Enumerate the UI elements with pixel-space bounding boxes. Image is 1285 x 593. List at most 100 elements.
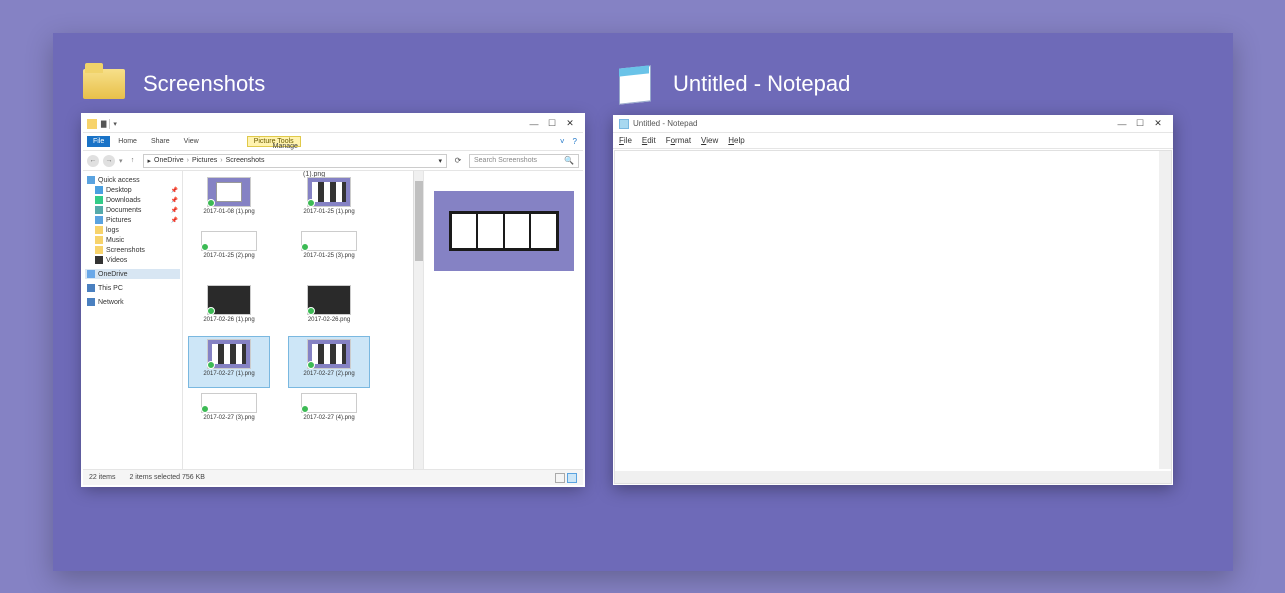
chevron-right-icon: › [220,157,222,164]
maximize-button[interactable]: ☐ [543,118,561,129]
file-thumbnail [307,339,351,369]
file-thumbnail [301,231,357,251]
notepad-text-area[interactable] [614,150,1172,484]
file-grid[interactable]: (1).png 2017-01-08 (1).png2017-01-25 (1)… [183,171,413,469]
file-thumbnail [207,339,251,369]
ribbon-tab-share[interactable]: Share [145,136,176,147]
task-card-title: Screenshots [143,71,265,97]
file-name-label: 2017-02-26.png [308,317,350,323]
sync-badge-icon [207,307,215,315]
content-pane: (1).png 2017-01-08 (1).png2017-01-25 (1)… [183,171,583,469]
minimize-button[interactable]: — [1113,119,1131,129]
file-item[interactable]: 2017-01-08 (1).png [189,175,269,225]
maximize-button[interactable]: ☐ [1131,118,1149,129]
vertical-scrollbar[interactable] [1159,151,1171,469]
view-details-button[interactable] [555,473,565,483]
file-thumbnail [207,177,251,207]
nav-item[interactable]: Downloads📌 [85,195,180,205]
file-name-label: 2017-01-25 (2).png [203,253,254,259]
explorer-titlebar[interactable]: ▇ ▾ — ☐ ✕ [83,115,583,133]
file-thumbnail [307,285,351,315]
close-button[interactable]: ✕ [561,118,579,129]
file-item[interactable]: 2017-02-26 (1).png [189,283,269,333]
refresh-button[interactable]: ⟳ [451,156,465,165]
nav-item[interactable]: logs [85,225,180,235]
file-item[interactable]: 2017-02-27 (3).png [189,391,269,441]
task-view-panel: Screenshots ▇ ▾ — ☐ ✕ File Home Share Vi… [53,33,1233,571]
nav-quick-access[interactable]: Quick access [85,175,180,185]
preview-pane [423,171,583,469]
task-card-notepad[interactable]: Untitled - Notepad Untitled - Notepad — … [613,63,1173,541]
breadcrumb-segment[interactable]: Screenshots [226,157,265,164]
address-dropdown-icon[interactable]: ▾ [438,157,442,165]
ribbon-tab-home[interactable]: Home [112,136,143,147]
nav-item-icon [95,196,103,204]
file-item[interactable]: 2017-02-26.png [289,283,369,333]
navigation-pane[interactable]: Quick access Desktop📌Downloads📌Documents… [83,171,183,469]
file-item[interactable]: 2017-01-25 (2).png [189,229,269,279]
sync-badge-icon [207,199,215,207]
nav-onedrive[interactable]: OneDrive [85,269,180,279]
nav-forward-button[interactable]: → [103,155,115,167]
notepad-app-icon [619,119,629,129]
nav-history-dropdown-icon[interactable]: ▾ [119,157,123,165]
notepad-window[interactable]: Untitled - Notepad — ☐ ✕ File Edit Forma… [613,115,1173,485]
menu-edit[interactable]: Edit [642,136,656,145]
nav-item[interactable]: Videos [85,255,180,265]
nav-item[interactable]: Pictures 📌 [85,215,180,225]
nav-item[interactable]: Music [85,235,180,245]
scrollbar-thumb[interactable] [415,181,423,261]
nav-this-pc[interactable]: This PC [85,283,180,293]
explorer-window[interactable]: ▇ ▾ — ☐ ✕ File Home Share View Picture T… [83,115,583,485]
breadcrumb-segment[interactable]: OneDrive [154,157,184,164]
breadcrumb-segment[interactable]: Pictures [192,157,217,164]
minimize-button[interactable]: — [525,119,543,129]
file-item[interactable]: 2017-02-27 (1).png [189,337,269,387]
close-button[interactable]: ✕ [1149,118,1167,129]
menu-help[interactable]: Help [728,136,744,145]
nav-item-icon [95,226,103,234]
nav-item-label: Pictures [106,217,131,224]
ribbon-tab-file[interactable]: File [87,136,110,147]
breadcrumb-bar[interactable]: ▸ OneDrive › Pictures › Screenshots ▾ [143,154,447,168]
vertical-scrollbar[interactable] [413,171,423,469]
pin-icon: 📌 [171,187,178,194]
nav-item[interactable]: Documents📌 [85,205,180,215]
menu-format[interactable]: Format [666,136,691,145]
status-item-count: 22 items [89,474,115,481]
pin-icon: 📌 [171,197,178,204]
sync-badge-icon [301,243,309,251]
task-card-explorer[interactable]: Screenshots ▇ ▾ — ☐ ✕ File Home Share Vi… [83,63,583,541]
view-thumbnails-button[interactable] [567,473,577,483]
search-input[interactable]: Search Screenshots 🔍 [469,154,579,168]
nav-item[interactable]: Screenshots [85,245,180,255]
nav-item[interactable]: Desktop📌 [85,185,180,195]
file-item[interactable]: 2017-02-27 (4).png [289,391,369,441]
file-name-label: 2017-01-08 (1).png [203,209,254,215]
nav-network[interactable]: Network [85,297,180,307]
task-card-title: Untitled - Notepad [673,71,850,97]
nav-back-button[interactable]: ← [87,155,99,167]
quick-access-toolbar-folder-icon[interactable]: ▇ [101,120,106,128]
menu-view[interactable]: View [701,136,718,145]
pin-icon: 📌 [171,207,178,214]
chevron-right-icon: › [187,157,189,164]
search-placeholder: Search Screenshots [474,157,537,164]
help-icon[interactable]: ? [573,137,577,146]
ribbon-collapse-icon[interactable]: ˅ [560,137,565,146]
horizontal-scrollbar[interactable] [615,471,1159,483]
notepad-titlebar[interactable]: Untitled - Notepad — ☐ ✕ [613,115,1173,133]
file-thumbnail [301,393,357,413]
file-item[interactable]: 2017-02-27 (2).png [289,337,369,387]
explorer-body: Quick access Desktop📌Downloads📌Documents… [83,171,583,469]
pin-icon: 📌 [171,217,178,224]
quick-access-dropdown-icon[interactable]: ▾ [113,120,117,128]
task-card-header: Screenshots [83,63,583,105]
file-item[interactable]: 2017-01-25 (1).png [289,175,369,225]
file-thumbnail [201,393,257,413]
menu-file[interactable]: File [619,136,632,145]
nav-up-button[interactable]: ↑ [127,155,139,167]
file-item[interactable]: 2017-01-25 (3).png [289,229,369,279]
file-name-label: 2017-02-27 (4).png [303,415,354,421]
ribbon-tab-view[interactable]: View [178,136,205,147]
